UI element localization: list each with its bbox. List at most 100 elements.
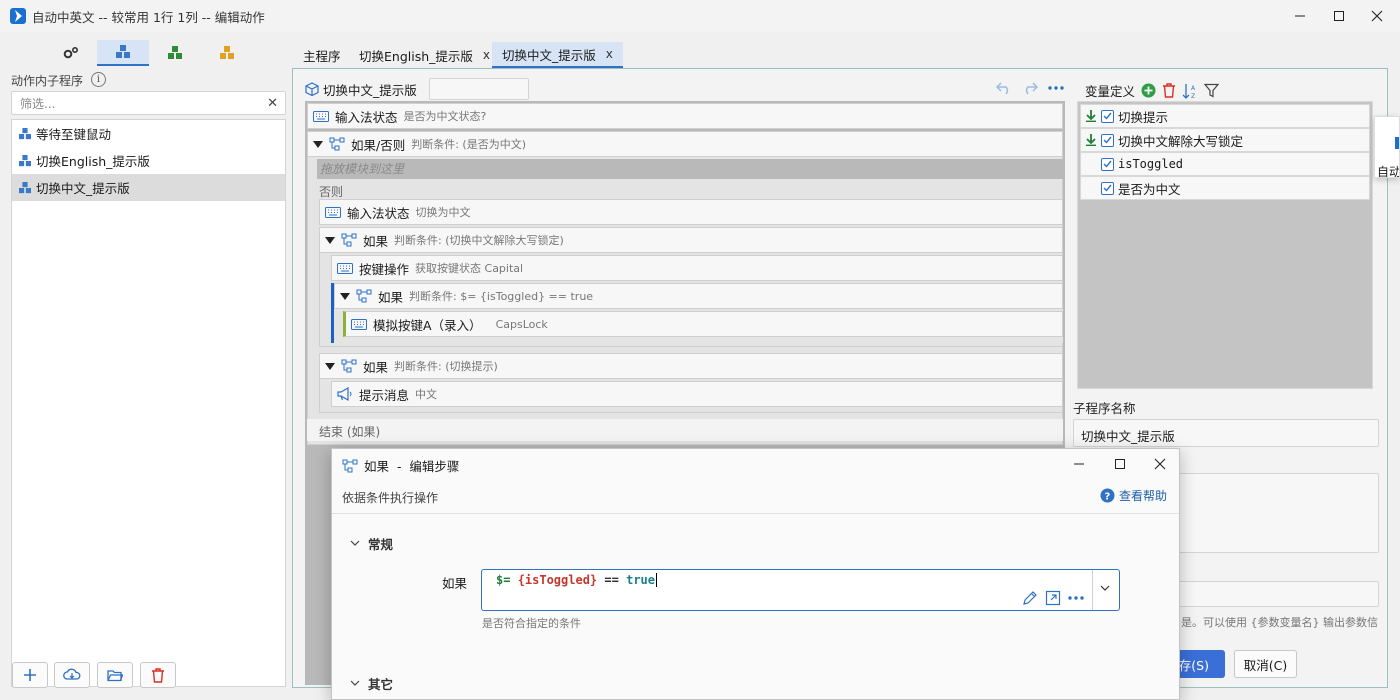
svg-text:A: A [1191,85,1196,92]
chevron-down-icon[interactable] [1100,585,1110,592]
condition-hint: 是否符合指定的条件 [482,617,581,630]
variable-list: 切换提示 切换中文解除大写锁定 isToggled 是否为中文 [1077,101,1373,389]
download-arrow-icon [1086,134,1096,146]
clear-filter-icon[interactable]: ✕ [267,96,278,111]
section-general[interactable]: 常规 [350,534,393,553]
step-ime-switch[interactable]: 输入法状态 切换为中文 [319,199,1063,225]
folder-icon [107,669,123,681]
branch-icon [329,137,345,151]
condition-input[interactable]: $= {isToggled} == true [481,569,1120,611]
edit-step-dialog: 如果 - 编辑步骤 依据条件执行操作 ? 查看帮助 常规 如果 $= {isTo… [331,448,1180,700]
else-label: 否则 [319,185,344,199]
app-icon [10,8,26,24]
list-item[interactable]: 切换English_提示版 [12,147,285,174]
add-variable-icon[interactable] [1141,83,1156,98]
info-icon[interactable]: i [91,72,106,87]
variable-item[interactable]: 切换提示 [1080,104,1370,128]
tab-orange-modules[interactable] [201,40,253,66]
subprogram-list: 等待至键鼠动 切换English_提示版 切换中文_提示版 [11,119,286,687]
condition-label: 如果 [442,576,468,591]
step-if-capslock[interactable]: 如果 判断条件: (切换中文解除大写锁定) [319,227,1063,253]
dialog-minimize-button[interactable] [1059,449,1099,479]
tab-settings[interactable] [45,40,97,66]
keyboard-icon [337,262,353,274]
variables-header: 变量定义 AZ [1085,81,1220,100]
branch-icon [341,233,357,247]
open-external-icon[interactable] [1045,590,1061,606]
variable-checkbox[interactable] [1101,133,1114,147]
collapse-icon[interactable] [340,292,350,300]
variable-checkbox[interactable] [1101,181,1114,195]
plus-icon [24,669,36,681]
section-other[interactable]: 其它 [350,674,393,693]
variable-item[interactable]: 是否为中文 [1080,176,1370,200]
redo-icon[interactable] [1021,81,1039,95]
canvas-header: 切换中文_提示版 [305,77,529,101]
undo-icon[interactable] [995,81,1013,95]
more-icon[interactable] [1067,590,1085,606]
cubes-blue-icon [116,45,130,58]
help-link[interactable]: ? 查看帮助 [1100,487,1167,504]
delete-variable-icon[interactable] [1162,83,1176,98]
tab-chinese[interactable]: 切换中文_提示版 x [492,42,623,68]
keyboard-icon [325,206,341,218]
window-title: 自动中英文 -- 较常用 1行 1列 -- 编辑动作 [32,9,265,25]
tab-blue-modules[interactable] [97,40,149,66]
step-message[interactable]: 提示消息 中文 [331,381,1063,407]
step-if-prompt[interactable]: 如果 判断条件: (切换提示) [319,353,1063,379]
branch-icon [342,459,358,472]
dialog-title: 如果 - 编辑步骤 [342,456,459,475]
close-button[interactable] [1354,0,1400,32]
dialog-subtitle: 依据条件执行操作 [342,491,439,505]
more-icon[interactable] [1047,81,1065,95]
condition-expression[interactable]: $= {isToggled} == true [496,573,657,587]
import-button[interactable] [54,662,90,688]
subprogram-name-input[interactable]: 切换中文_提示版 [1073,419,1379,447]
tab-english[interactable]: 切换English_提示版 x [349,42,500,68]
collapse-icon[interactable] [325,236,335,244]
variable-item[interactable]: isToggled [1080,152,1370,176]
sort-az-icon[interactable]: AZ [1182,83,1198,99]
variable-checkbox[interactable] [1101,157,1114,171]
edit-icon[interactable] [1022,590,1038,606]
step-if-else[interactable]: 如果/否则 判断条件: (是否为中文) [307,131,1063,157]
cloud-download-icon [63,668,81,680]
variable-item[interactable]: 切换中文解除大写锁定 [1080,128,1370,152]
dialog-maximize-button[interactable] [1100,449,1140,479]
open-folder-button[interactable] [97,662,133,688]
chevron-down-icon [350,540,360,546]
delete-button[interactable] [140,662,176,688]
side-popup[interactable]: 自动 [1374,116,1400,178]
drop-zone[interactable]: 拖放模块到这里 [317,159,1063,179]
dialog-close-button[interactable] [1140,449,1180,479]
list-item[interactable]: 切换中文_提示版 [12,174,285,201]
collapse-icon[interactable] [313,140,323,148]
tab-green-modules[interactable] [149,40,201,66]
cubes-blue-icon [19,127,31,139]
cubes-orange-icon [220,46,234,59]
tab-main-program[interactable]: 主程序 [293,42,351,68]
cubes-green-icon [168,46,182,59]
variable-checkbox[interactable] [1101,109,1114,123]
gears-icon [63,46,79,59]
app-icon [1395,137,1399,149]
cube-icon [305,82,319,96]
list-item[interactable]: 等待至键鼠动 [12,120,285,147]
step-key-state[interactable]: 按键操作 获取按键状态 Capital [331,255,1063,281]
canvas-name-input[interactable] [428,78,529,100]
tab-close-icon[interactable]: x [606,47,613,61]
cancel-button[interactable]: 取消(C) [1234,650,1297,678]
step-simulate-key[interactable]: 模拟按键A（录入） CapsLock [343,311,1063,337]
step-ime-state[interactable]: 输入法状态 是否为中文状态? [307,103,1063,129]
download-arrow-icon [1086,110,1096,122]
keyboard-icon [313,110,329,122]
branch-icon [341,359,357,373]
svg-text:Z: Z [1191,93,1195,99]
filter-icon[interactable] [1204,83,1220,98]
collapse-icon[interactable] [325,362,335,370]
tab-close-icon[interactable]: x [483,48,490,62]
filter-input[interactable]: 筛选... ✕ [11,91,286,115]
cubes-blue-icon [19,181,31,193]
step-if-toggled[interactable]: 如果 判断条件: $= {isToggled} == true [334,283,1063,309]
add-button[interactable] [12,662,48,688]
